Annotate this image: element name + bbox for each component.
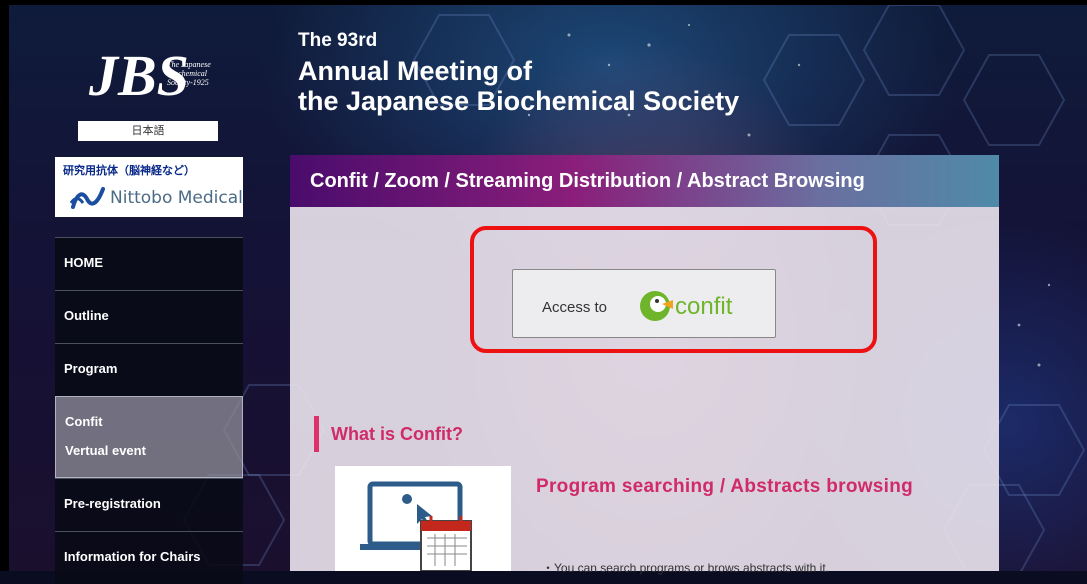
confit-logo-text: confit [675,293,733,320]
nav-item-pre-registration[interactable]: Pre-registration [55,478,243,531]
jbs-logo[interactable]: JBS The Japanese Biochemical Society-192… [87,37,217,107]
main-nav: HOME Outline Program Confit Vertual even… [55,237,243,584]
feature-description: ・You can search programs or brows abstra… [542,561,830,575]
access-confit-button[interactable]: Access to confit [512,269,776,338]
nav-item-information-for-chairs[interactable]: Information for Chairs [55,531,243,584]
sponsor-name: Nittobo Medical [110,188,243,208]
nav-item-confit-line1: Confit [65,414,103,429]
access-confit-label: Access to [542,299,608,316]
sponsor-title: 研究用抗体（脳神経など） [63,164,195,177]
site-title-line3: the Japanese Biochemical Society [298,86,740,116]
sidebar: JBS The Japanese Biochemical Society-192… [55,5,243,584]
svg-text:The Japanese: The Japanese [167,60,211,69]
nav-item-outline[interactable]: Outline [55,290,243,343]
nav-item-confit[interactable]: Confit Vertual event [55,396,243,478]
feature-title: Program searching / Abstracts browsing [536,476,914,497]
nittobo-logo-icon [69,187,105,209]
nav-item-program[interactable]: Program [55,343,243,396]
content-panel: Confit / Zoom / Streaming Distribution /… [290,155,999,575]
confit-logo-icon: confit [640,291,733,321]
laptop-calendar-icon [360,481,472,572]
sponsor-banner[interactable]: 研究用抗体（脳神経など） Nittobo Medical [55,157,243,217]
section-title: What is Confit? [314,416,463,452]
left-edge [0,0,9,571]
svg-text:Biochemical: Biochemical [167,69,208,78]
site-title: The 93rd Annual Meeting of the Japanese … [298,30,739,116]
nav-item-confit-line2: Vertual event [65,443,146,458]
feature-image [335,466,511,572]
site-title-line2: Annual Meeting of [298,56,532,86]
site-title-line1: The 93rd [298,30,378,51]
language-button[interactable]: 日本語 [78,121,218,141]
nav-item-home[interactable]: HOME [55,237,243,290]
svg-text:Society-1925: Society-1925 [167,78,209,87]
panel-title: Confit / Zoom / Streaming Distribution /… [290,155,999,207]
